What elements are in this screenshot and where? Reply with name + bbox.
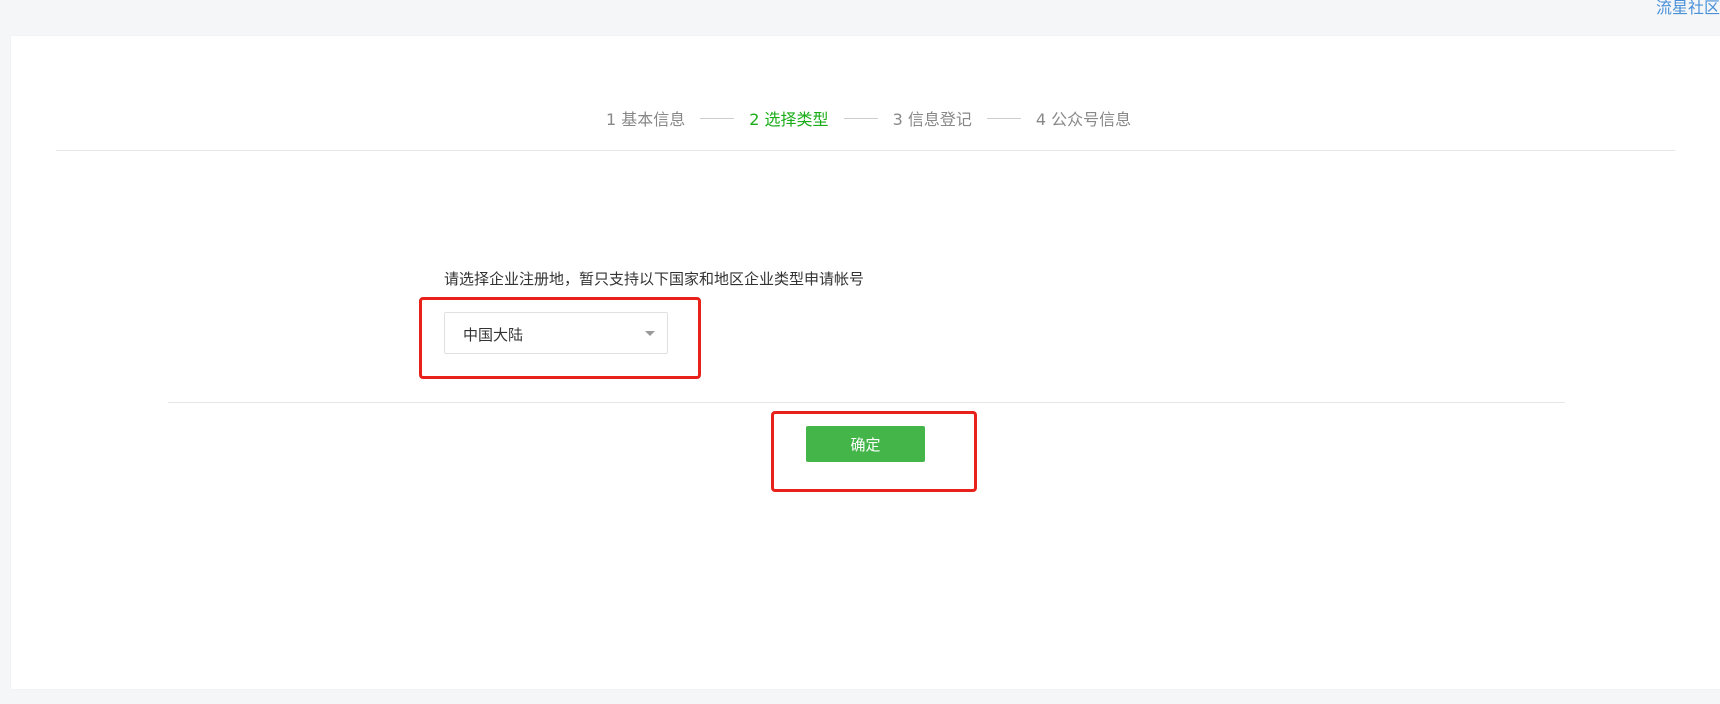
region-prompt: 请选择企业注册地，暂只支持以下国家和地区企业类型申请帐号	[444, 270, 865, 288]
chevron-down-icon	[645, 331, 655, 336]
step-connector	[986, 117, 1021, 119]
form-divider	[168, 402, 1565, 403]
step-indicator: 1 基本信息 2 选择类型 3 信息登记 4 公众号信息	[606, 106, 1131, 130]
region-select[interactable]: 中国大陆	[444, 312, 668, 354]
step-connector	[700, 117, 735, 119]
main-card: 1 基本信息 2 选择类型 3 信息登记 4 公众号信息 请选择企业注册地，暂只…	[11, 36, 1720, 689]
step-connector	[843, 117, 878, 119]
step-basic-info: 1 基本信息	[606, 110, 686, 129]
corner-link[interactable]: 流星社区	[1656, 0, 1720, 18]
steps-divider	[56, 150, 1675, 151]
step-select-type: 2 选择类型	[749, 110, 829, 129]
region-select-value: 中国大陆	[463, 326, 524, 344]
step-account-info: 4 公众号信息	[1035, 110, 1132, 129]
confirm-button[interactable]: 确定	[806, 426, 925, 462]
step-info-registration: 3 信息登记	[892, 110, 972, 129]
